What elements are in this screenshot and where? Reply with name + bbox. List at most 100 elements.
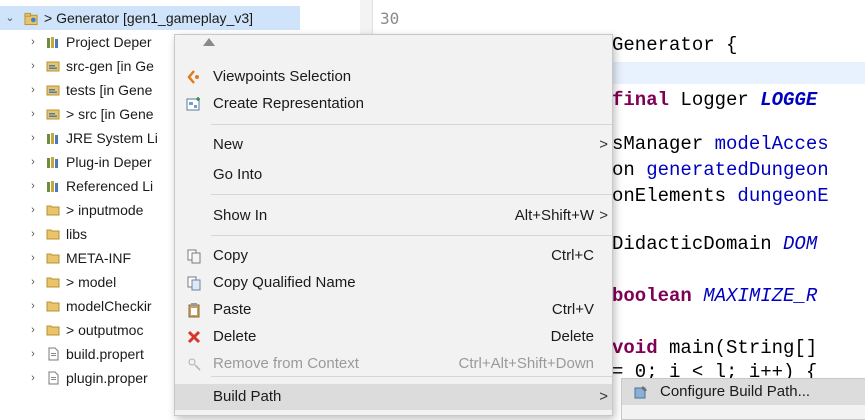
menu-item-shortcut: Alt+Shift+W xyxy=(514,207,594,224)
tree-item[interactable]: › Plug-in Deper xyxy=(0,150,174,174)
expand-chevron-icon[interactable]: › xyxy=(27,150,39,174)
expand-chevron-icon[interactable]: › xyxy=(27,342,39,366)
menu-item-label: Create Representation xyxy=(213,95,364,112)
configure-build-path-icon xyxy=(633,384,649,400)
menu-item-delete[interactable]: Delete Delete xyxy=(175,324,612,350)
code-token: Logger xyxy=(669,89,761,111)
line-number: 30 xyxy=(380,9,400,28)
source-folder-icon xyxy=(46,83,60,97)
library-icon xyxy=(46,131,60,145)
tree-item-label: build.propert xyxy=(66,346,144,362)
expand-chevron-icon[interactable]: › xyxy=(27,222,39,246)
tree-item[interactable]: › JRE System Li xyxy=(0,126,174,150)
expand-chevron-icon[interactable]: › xyxy=(27,246,39,270)
tree-item-label: modelCheckir xyxy=(66,298,152,314)
code-token: onElements xyxy=(612,185,738,207)
menu-item-copy-qualified-name[interactable]: Copy Qualified Name xyxy=(175,270,612,296)
tree-item[interactable]: › META-INF xyxy=(0,246,174,270)
tree-item[interactable]: › > src [in Gene xyxy=(0,102,174,126)
submenu-arrow-icon: > xyxy=(599,136,608,153)
expand-chevron-icon[interactable]: › xyxy=(27,366,39,390)
collapse-chevron-icon[interactable]: ⌄ xyxy=(4,6,16,30)
expand-chevron-icon[interactable]: › xyxy=(27,294,39,318)
menu-separator xyxy=(211,194,612,195)
delete-icon xyxy=(186,329,202,345)
menu-item-remove-from-context: Remove from Context Ctrl+Alt+Shift+Down xyxy=(175,351,612,377)
file-icon xyxy=(46,371,60,385)
code-token: Generator { xyxy=(612,34,738,56)
code-line: onElements dungeonE xyxy=(612,185,829,207)
code-token: on xyxy=(612,159,647,181)
expand-chevron-icon[interactable]: › xyxy=(27,54,39,78)
menu-item-label: Go Into xyxy=(213,166,263,183)
tree-item-label: > src [in Gene xyxy=(66,106,154,122)
menu-item-paste[interactable]: Paste Ctrl+V xyxy=(175,297,612,323)
folder-icon xyxy=(46,275,60,289)
library-icon xyxy=(46,155,60,169)
code-token: modelAcces xyxy=(714,133,829,155)
expand-chevron-icon[interactable]: › xyxy=(27,270,39,294)
tree-item-label: tests [in Gene xyxy=(66,82,153,98)
code-token: DOM xyxy=(783,233,818,255)
tree-item[interactable]: › src-gen [in Ge xyxy=(0,54,174,78)
code-token: sManager xyxy=(612,133,715,155)
file-icon xyxy=(46,347,60,361)
expand-chevron-icon[interactable]: › xyxy=(27,126,39,150)
tree-item[interactable]: › Referenced Li xyxy=(0,174,174,198)
tree-item[interactable]: › > model xyxy=(0,270,174,294)
create-representation-icon xyxy=(186,96,202,112)
menu-item-viewpoints-selection[interactable]: Viewpoints Selection xyxy=(175,64,612,90)
tree-item[interactable]: › Project Deper xyxy=(0,30,174,54)
tree-item-label: Plug-in Deper xyxy=(66,154,152,170)
folder-icon xyxy=(46,299,60,313)
code-token: void xyxy=(612,337,658,359)
tree-item[interactable]: › build.propert xyxy=(0,342,174,366)
code-token: main(String[] xyxy=(657,337,818,359)
expand-chevron-icon[interactable]: › xyxy=(27,78,39,102)
menu-item-label: Build Path xyxy=(213,388,282,405)
code-line: on generatedDungeon xyxy=(612,159,829,181)
copy-qualified-name-icon xyxy=(186,275,202,291)
menu-item-label: Remove from Context xyxy=(213,355,359,372)
code-token: LOGGE xyxy=(760,89,818,111)
tree-item-label: > inputmode xyxy=(66,202,144,218)
expand-chevron-icon[interactable]: › xyxy=(27,30,39,54)
tree-item-label: src-gen [in Ge xyxy=(66,58,154,74)
expand-chevron-icon[interactable]: › xyxy=(27,318,39,342)
expand-chevron-icon[interactable]: › xyxy=(27,174,39,198)
tree-item[interactable]: › > outputmoc xyxy=(0,318,174,342)
current-line-highlight xyxy=(600,62,865,84)
viewpoints-icon xyxy=(186,69,202,85)
menu-item-show-in[interactable]: Show In Alt+Shift+W > xyxy=(175,203,612,229)
menu-item-copy[interactable]: Copy Ctrl+C xyxy=(175,243,612,269)
menu-item-build-path[interactable]: Build Path > xyxy=(175,384,612,410)
build-path-submenu: Configure Build Path... xyxy=(621,378,865,420)
menu-item-create-representation[interactable]: Create Representation xyxy=(175,91,612,117)
tree-item-label: Project Deper xyxy=(66,34,152,50)
tree-root-label: > Generator [gen1_gameplay_v3] xyxy=(44,10,254,26)
menu-item-label: New xyxy=(213,136,244,153)
tree-item-label: plugin.proper xyxy=(66,370,148,386)
submenu-item-configure-build-path[interactable]: Configure Build Path... xyxy=(622,379,865,405)
tree-root-row[interactable]: ⌄ > Generator [gen1_gameplay_v3] xyxy=(0,6,300,30)
expand-chevron-icon[interactable]: › xyxy=(27,102,39,126)
expand-chevron-icon[interactable]: › xyxy=(27,198,39,222)
remove-context-icon xyxy=(186,356,202,372)
menu-separator xyxy=(211,235,612,236)
tree-item[interactable]: › modelCheckir xyxy=(0,294,174,318)
tree-item[interactable]: › libs xyxy=(0,222,174,246)
source-folder-icon xyxy=(46,59,60,73)
code-token: dungeonE xyxy=(737,185,829,207)
menu-item-go-into[interactable]: Go Into xyxy=(175,162,612,188)
menu-item-label: Delete xyxy=(213,328,257,345)
menu-item-new[interactable]: New > xyxy=(175,132,612,158)
tree-item[interactable]: › plugin.proper xyxy=(0,366,174,390)
tree-item[interactable]: › > inputmode xyxy=(0,198,174,222)
tree-item-label: libs xyxy=(66,226,88,242)
code-line: void main(String[] xyxy=(612,337,817,359)
code-line: final Logger LOGGE xyxy=(612,89,817,111)
tree-item[interactable]: › tests [in Gene xyxy=(0,78,174,102)
scroll-up-arrow-icon[interactable] xyxy=(203,38,215,46)
tree-item-label: Referenced Li xyxy=(66,178,154,194)
